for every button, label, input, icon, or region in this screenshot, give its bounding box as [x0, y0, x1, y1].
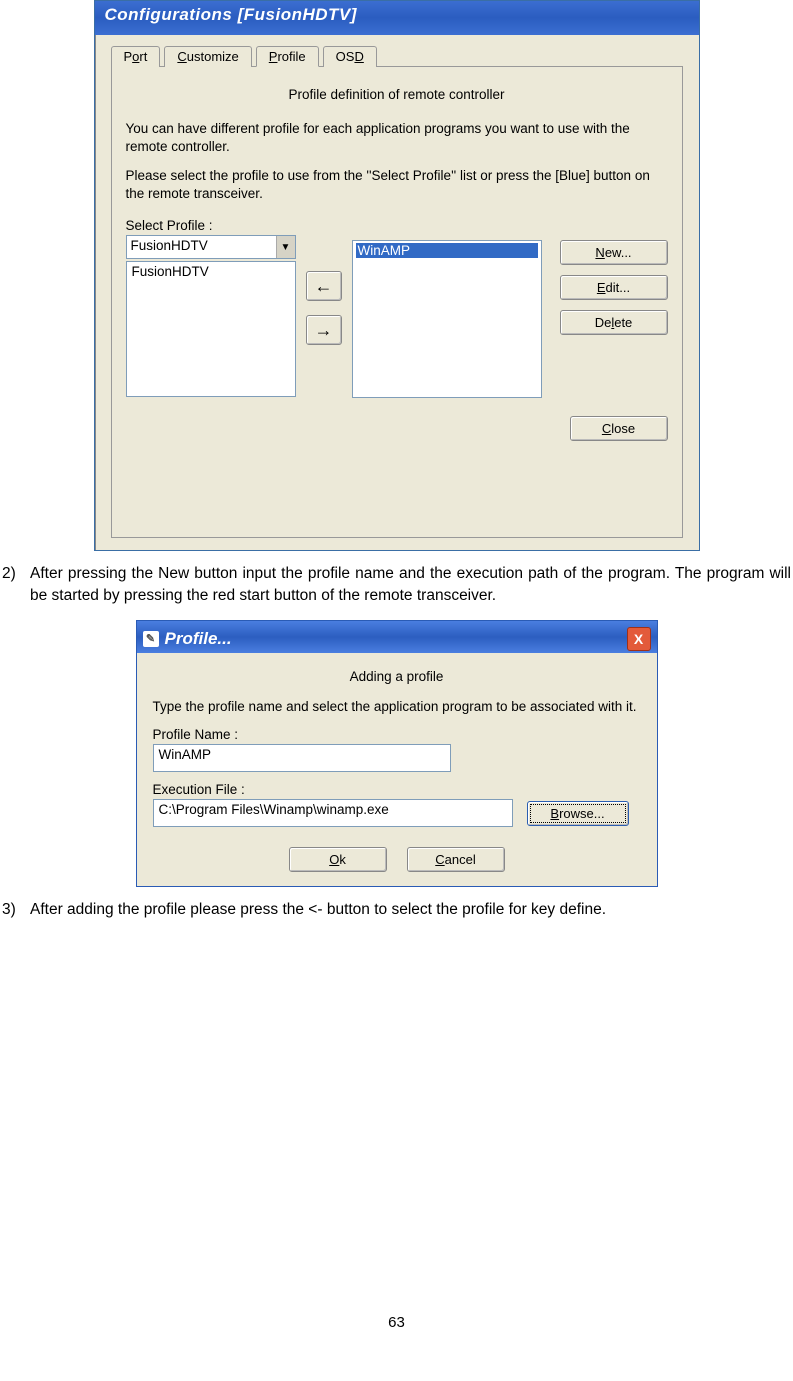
profile-name-label: Profile Name :: [153, 727, 641, 742]
step-text: After pressing the New button input the …: [30, 563, 791, 608]
profile-panel: Profile definition of remote controller …: [111, 67, 683, 538]
panel-para-2: Please select the profile to use from th…: [126, 167, 668, 202]
window-title: Configurations [FusionHDTV]: [95, 1, 699, 35]
tab-customize[interactable]: Customize: [164, 46, 251, 67]
step-2: 2) After pressing the New button input t…: [2, 563, 791, 608]
list-item[interactable]: FusionHDTV: [130, 264, 292, 279]
step-3: 3) After adding the profile please press…: [2, 899, 791, 921]
execution-file-label: Execution File :: [153, 782, 641, 797]
step-number: 3): [2, 899, 30, 921]
select-profile-label: Select Profile :: [126, 218, 296, 233]
new-button[interactable]: New...: [560, 240, 668, 265]
profile-combo-value: FusionHDTV: [127, 236, 276, 258]
left-profile-list[interactable]: FusionHDTV: [126, 261, 296, 397]
list-item[interactable]: WinAMP: [356, 243, 538, 258]
step-text: After adding the profile please press th…: [30, 899, 791, 921]
tab-strip: Port Customize Profile OSD: [111, 45, 683, 67]
panel-heading: Profile definition of remote controller: [126, 87, 668, 102]
combo-arrow-icon[interactable]: ▼: [276, 236, 295, 258]
close-icon[interactable]: X: [627, 627, 651, 651]
cancel-button[interactable]: Cancel: [407, 847, 505, 872]
edit-button[interactable]: Edit...: [560, 275, 668, 300]
step-number: 2): [2, 563, 30, 608]
panel-para-1: You can have different profile for each …: [126, 120, 668, 155]
move-right-button[interactable]: →: [306, 315, 342, 345]
dialog-para: Type the profile name and select the app…: [153, 698, 641, 716]
tab-profile[interactable]: Profile: [256, 46, 319, 67]
profile-combo[interactable]: FusionHDTV ▼: [126, 235, 296, 259]
configurations-window: Configurations [FusionHDTV] Port Customi…: [94, 0, 700, 551]
tab-osd[interactable]: OSD: [323, 46, 377, 67]
tab-port[interactable]: Port: [111, 46, 161, 67]
right-profile-list[interactable]: WinAMP: [352, 240, 542, 398]
dialog-titlebar: ✎ Profile... X: [137, 621, 657, 653]
dialog-subtitle: Adding a profile: [153, 669, 641, 684]
move-left-button[interactable]: ←: [306, 271, 342, 301]
profile-name-input[interactable]: WinAMP: [153, 744, 451, 772]
profile-dialog: ✎ Profile... X Adding a profile Type the…: [136, 620, 658, 888]
execution-file-input[interactable]: C:\Program Files\Winamp\winamp.exe: [153, 799, 513, 827]
browse-button[interactable]: Browse...: [527, 801, 629, 826]
pencil-icon: ✎: [143, 631, 159, 647]
delete-button[interactable]: Delete: [560, 310, 668, 335]
close-button[interactable]: Close: [570, 416, 668, 441]
dialog-title: Profile...: [165, 629, 232, 649]
page-number: 63: [0, 1314, 793, 1331]
ok-button[interactable]: Ok: [289, 847, 387, 872]
